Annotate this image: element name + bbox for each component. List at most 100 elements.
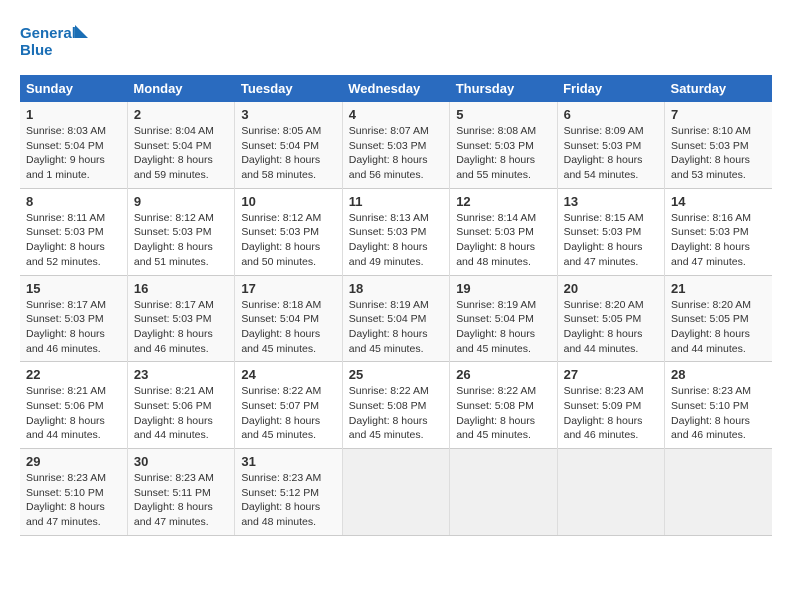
day-number: 1 (26, 107, 121, 122)
calendar-cell: 23 Sunrise: 8:21 AMSunset: 5:06 PMDayligh… (127, 362, 234, 449)
day-info: Sunrise: 8:16 AMSunset: 5:03 PMDaylight:… (671, 211, 766, 270)
day-info: Sunrise: 8:21 AMSunset: 5:06 PMDaylight:… (134, 384, 228, 443)
day-number: 17 (241, 281, 335, 296)
day-info: Sunrise: 8:20 AMSunset: 5:05 PMDaylight:… (671, 298, 766, 357)
calendar-cell: 17Sunrise: 8:18 AMSunset: 5:04 PMDayligh… (235, 275, 342, 362)
calendar-cell: 11 Sunrise: 8:13 AMSunset: 5:03 PMDayligh… (342, 188, 449, 275)
day-number: 23 (134, 367, 228, 382)
calendar-cell: 12Sunrise: 8:14 AMSunset: 5:03 PMDayligh… (450, 188, 557, 275)
calendar-cell: 15Sunrise: 8:17 AMSunset: 5:03 PMDayligh… (20, 275, 127, 362)
day-number: 19 (456, 281, 550, 296)
col-header-tuesday: Tuesday (235, 75, 342, 102)
day-info: Sunrise: 8:11 AMSunset: 5:03 PMDaylight:… (26, 211, 121, 270)
calendar-cell: 1 Sunrise: 8:03 AMSunset: 5:04 PMDaylight… (20, 102, 127, 188)
day-number: 14 (671, 194, 766, 209)
calendar-cell: 22 Sunrise: 8:21 AMSunset: 5:06 PMDayligh… (20, 362, 127, 449)
day-info: Sunrise: 8:15 AMSunset: 5:03 PMDaylight:… (564, 211, 658, 270)
logo-svg: General Blue (20, 20, 90, 65)
day-number: 12 (456, 194, 550, 209)
day-number: 11 (349, 194, 443, 209)
day-info: Sunrise: 8:10 AMSunset: 5:03 PMDaylight:… (671, 124, 766, 183)
day-info: Sunrise: 8:17 AMSunset: 5:03 PMDaylight:… (134, 298, 228, 357)
calendar-cell: 9 Sunrise: 8:12 AMSunset: 5:03 PMDaylight… (127, 188, 234, 275)
calendar-cell: 31 Sunrise: 8:23 AMSunset: 5:12 PMDayligh… (235, 449, 342, 536)
col-header-wednesday: Wednesday (342, 75, 449, 102)
day-info: Sunrise: 8:12 AMSunset: 5:03 PMDaylight:… (134, 211, 228, 270)
col-header-thursday: Thursday (450, 75, 557, 102)
day-number: 2 (134, 107, 228, 122)
day-info: Sunrise: 8:23 AMSunset: 5:09 PMDaylight:… (564, 384, 658, 443)
col-header-friday: Friday (557, 75, 664, 102)
day-info: Sunrise: 8:19 AMSunset: 5:04 PMDaylight:… (349, 298, 443, 357)
day-number: 13 (564, 194, 658, 209)
calendar-week-3: 15Sunrise: 8:17 AMSunset: 5:03 PMDayligh… (20, 275, 772, 362)
day-number: 21 (671, 281, 766, 296)
day-number: 5 (456, 107, 550, 122)
calendar-cell: 16 Sunrise: 8:17 AMSunset: 5:03 PMDayligh… (127, 275, 234, 362)
day-number: 29 (26, 454, 121, 469)
col-header-saturday: Saturday (665, 75, 772, 102)
calendar-cell (557, 449, 664, 536)
calendar-cell: 19 Sunrise: 8:19 AMSunset: 5:04 PMDayligh… (450, 275, 557, 362)
calendar-cell: 4 Sunrise: 8:07 AMSunset: 5:03 PMDaylight… (342, 102, 449, 188)
day-info: Sunrise: 8:23 AMSunset: 5:10 PMDaylight:… (26, 471, 121, 530)
calendar-table: SundayMondayTuesdayWednesdayThursdayFrid… (20, 75, 772, 536)
day-info: Sunrise: 8:17 AMSunset: 5:03 PMDaylight:… (26, 298, 121, 357)
calendar-cell: 26Sunrise: 8:22 AMSunset: 5:08 PMDayligh… (450, 362, 557, 449)
page-header: General Blue (20, 20, 772, 65)
day-info: Sunrise: 8:07 AMSunset: 5:03 PMDaylight:… (349, 124, 443, 183)
day-info: Sunrise: 8:19 AMSunset: 5:04 PMDaylight:… (456, 298, 550, 357)
svg-text:Blue: Blue (20, 42, 53, 59)
calendar-cell: 13 Sunrise: 8:15 AMSunset: 5:03 PMDayligh… (557, 188, 664, 275)
calendar-cell: 24 Sunrise: 8:22 AMSunset: 5:07 PMDayligh… (235, 362, 342, 449)
calendar-week-4: 22 Sunrise: 8:21 AMSunset: 5:06 PMDayligh… (20, 362, 772, 449)
day-info: Sunrise: 8:12 AMSunset: 5:03 PMDaylight:… (241, 211, 335, 270)
calendar-week-2: 8 Sunrise: 8:11 AMSunset: 5:03 PMDaylight… (20, 188, 772, 275)
calendar-cell: 6Sunrise: 8:09 AMSunset: 5:03 PMDaylight… (557, 102, 664, 188)
calendar-cell: 21 Sunrise: 8:20 AMSunset: 5:05 PMDayligh… (665, 275, 772, 362)
day-info: Sunrise: 8:22 AMSunset: 5:07 PMDaylight:… (241, 384, 335, 443)
day-info: Sunrise: 8:23 AMSunset: 5:10 PMDaylight:… (671, 384, 766, 443)
day-number: 7 (671, 107, 766, 122)
calendar-cell (342, 449, 449, 536)
day-info: Sunrise: 8:21 AMSunset: 5:06 PMDaylight:… (26, 384, 121, 443)
day-info: Sunrise: 8:05 AMSunset: 5:04 PMDaylight:… (241, 124, 335, 183)
day-number: 16 (134, 281, 228, 296)
calendar-cell: 5 Sunrise: 8:08 AMSunset: 5:03 PMDaylight… (450, 102, 557, 188)
day-number: 4 (349, 107, 443, 122)
calendar-cell: 25Sunrise: 8:22 AMSunset: 5:08 PMDayligh… (342, 362, 449, 449)
day-number: 27 (564, 367, 658, 382)
day-info: Sunrise: 8:08 AMSunset: 5:03 PMDaylight:… (456, 124, 550, 183)
day-number: 8 (26, 194, 121, 209)
calendar-cell: 28Sunrise: 8:23 AMSunset: 5:10 PMDayligh… (665, 362, 772, 449)
calendar-cell: 3 Sunrise: 8:05 AMSunset: 5:04 PMDaylight… (235, 102, 342, 188)
calendar-cell: 27 Sunrise: 8:23 AMSunset: 5:09 PMDayligh… (557, 362, 664, 449)
day-number: 3 (241, 107, 335, 122)
day-info: Sunrise: 8:13 AMSunset: 5:03 PMDaylight:… (349, 211, 443, 270)
day-info: Sunrise: 8:03 AMSunset: 5:04 PMDaylight:… (26, 124, 121, 183)
day-info: Sunrise: 8:23 AMSunset: 5:12 PMDaylight:… (241, 471, 335, 530)
col-header-monday: Monday (127, 75, 234, 102)
calendar-cell: 2Sunrise: 8:04 AMSunset: 5:04 PMDaylight… (127, 102, 234, 188)
day-number: 18 (349, 281, 443, 296)
day-info: Sunrise: 8:23 AMSunset: 5:11 PMDaylight:… (134, 471, 228, 530)
calendar-cell: 29 Sunrise: 8:23 AMSunset: 5:10 PMDayligh… (20, 449, 127, 536)
day-info: Sunrise: 8:09 AMSunset: 5:03 PMDaylight:… (564, 124, 658, 183)
calendar-week-5: 29 Sunrise: 8:23 AMSunset: 5:10 PMDayligh… (20, 449, 772, 536)
calendar-cell: 30Sunrise: 8:23 AMSunset: 5:11 PMDayligh… (127, 449, 234, 536)
day-number: 25 (349, 367, 443, 382)
calendar-header: SundayMondayTuesdayWednesdayThursdayFrid… (20, 75, 772, 102)
day-number: 31 (241, 454, 335, 469)
day-number: 20 (564, 281, 658, 296)
day-number: 22 (26, 367, 121, 382)
day-number: 24 (241, 367, 335, 382)
calendar-cell: 20 Sunrise: 8:20 AMSunset: 5:05 PMDayligh… (557, 275, 664, 362)
day-number: 9 (134, 194, 228, 209)
calendar-cell (665, 449, 772, 536)
calendar-cell: 14 Sunrise: 8:16 AMSunset: 5:03 PMDayligh… (665, 188, 772, 275)
logo: General Blue (20, 20, 90, 65)
calendar-cell: 7 Sunrise: 8:10 AMSunset: 5:03 PMDaylight… (665, 102, 772, 188)
svg-text:General: General (20, 25, 76, 42)
day-info: Sunrise: 8:20 AMSunset: 5:05 PMDaylight:… (564, 298, 658, 357)
day-number: 26 (456, 367, 550, 382)
